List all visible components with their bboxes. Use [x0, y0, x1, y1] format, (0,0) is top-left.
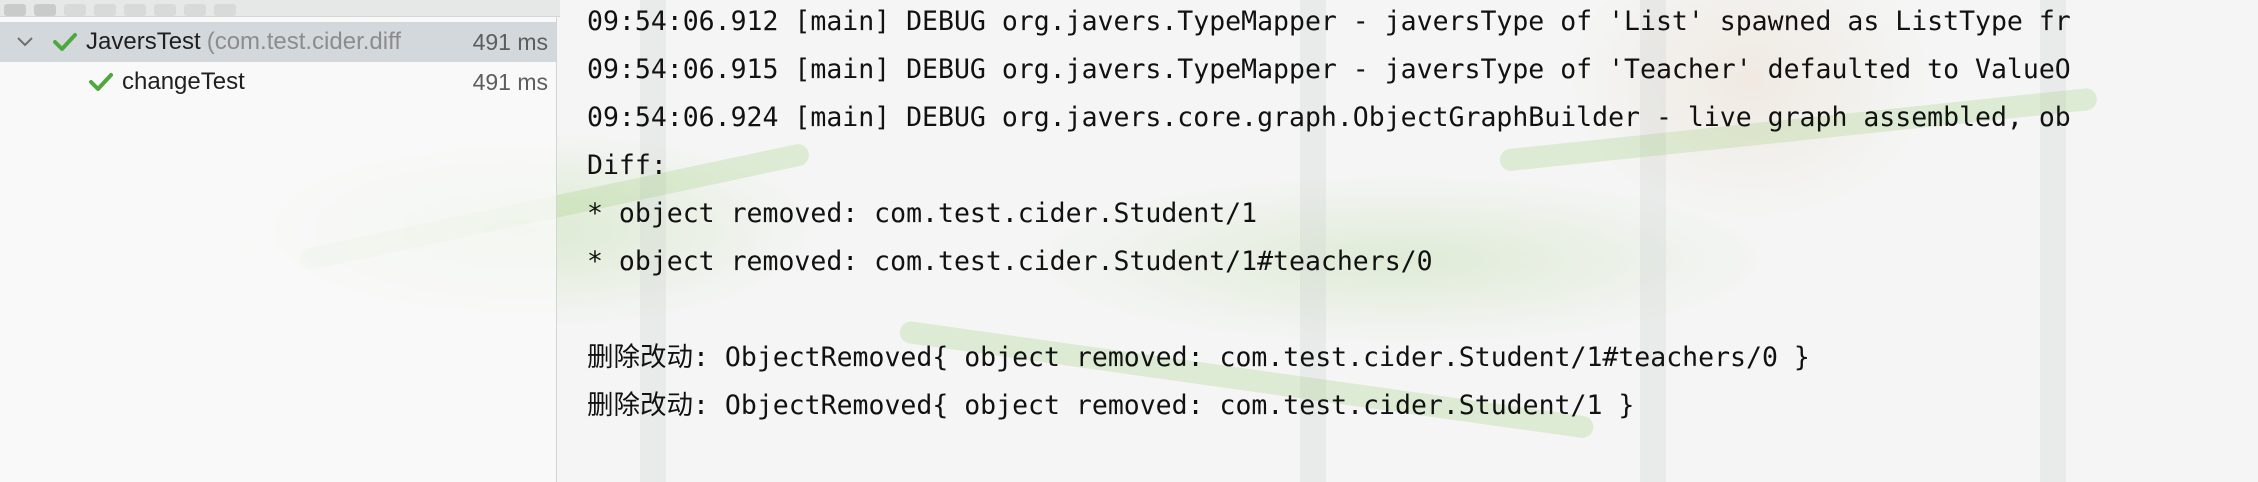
- console-output[interactable]: 09:54:06.912 [main] DEBUG org.javers.Typ…: [557, 0, 2258, 482]
- check-icon: [52, 31, 78, 53]
- test-duration: 491 ms: [472, 68, 548, 95]
- suite-package: (com.test.cider.diff: [206, 28, 401, 55]
- check-icon: [88, 71, 114, 93]
- sort-button[interactable]: [64, 4, 86, 16]
- collapse-all-button[interactable]: [124, 4, 146, 16]
- search-button[interactable]: [214, 4, 236, 16]
- tree-row-suite[interactable]: JaversTest (com.test.cider.diff 491 ms: [0, 22, 556, 62]
- expand-all-button[interactable]: [94, 4, 116, 16]
- console-line: * object removed: com.test.cider.Student…: [587, 246, 1433, 277]
- rerun-failed-button[interactable]: [34, 4, 56, 16]
- rerun-button[interactable]: [4, 4, 26, 16]
- console-line: 09:54:06.924 [main] DEBUG org.javers.cor…: [587, 102, 2071, 133]
- console-line: 09:54:06.912 [main] DEBUG org.javers.Typ…: [587, 6, 2071, 37]
- chevron-down-icon[interactable]: [16, 33, 34, 51]
- test-runner-toolbar: [0, 0, 560, 17]
- test-results-tree: JaversTest (com.test.cider.diff 491 ms c…: [0, 17, 557, 482]
- console-line: 删除改动: ObjectRemoved{ object removed: com…: [587, 342, 1810, 373]
- previous-button[interactable]: [154, 4, 176, 16]
- suite-name: JaversTest: [86, 28, 201, 55]
- suite-duration: 491 ms: [472, 28, 548, 55]
- tree-row-test[interactable]: changeTest 491 ms: [0, 62, 556, 102]
- console-line: * object removed: com.test.cider.Student…: [587, 198, 1258, 229]
- console-line: 删除改动: ObjectRemoved{ object removed: com…: [587, 390, 1635, 421]
- test-name: changeTest: [122, 68, 245, 95]
- console-line: Diff:: [587, 150, 667, 181]
- console-line: 09:54:06.915 [main] DEBUG org.javers.Typ…: [587, 54, 2071, 85]
- next-button[interactable]: [184, 4, 206, 16]
